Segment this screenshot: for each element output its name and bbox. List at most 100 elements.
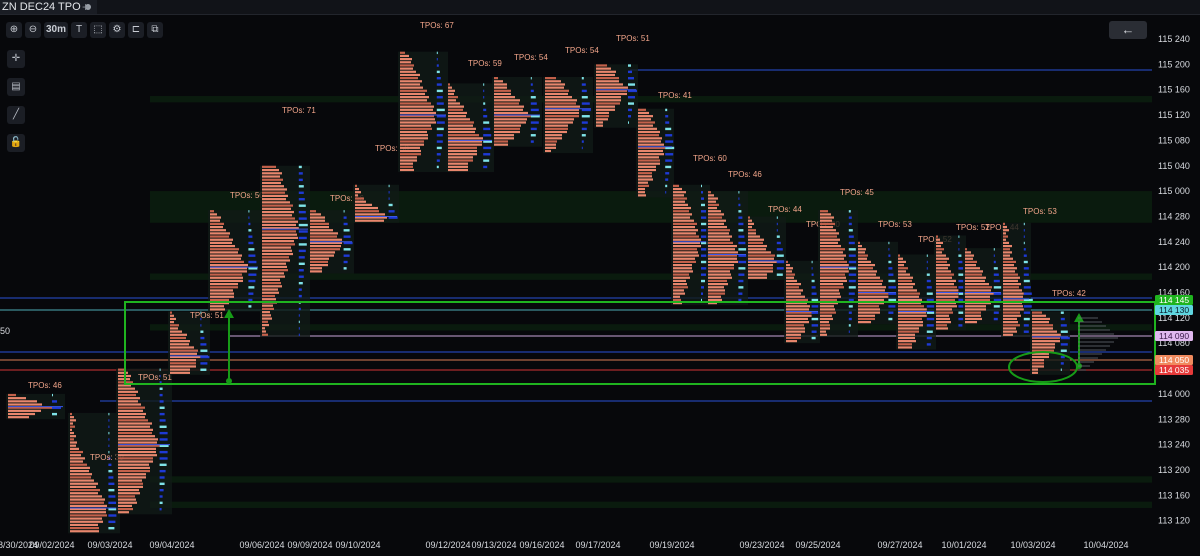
tpo-row	[400, 83, 420, 86]
tpo-row	[448, 83, 450, 86]
tpo-row	[748, 232, 756, 235]
tpo-row	[898, 286, 913, 289]
volume-profile-bar	[298, 307, 301, 311]
tpo-row	[118, 473, 146, 476]
tpo-row	[400, 102, 431, 105]
volume-profile-bar	[343, 267, 347, 270]
volume-profile-bar	[108, 501, 117, 505]
volume-profile-bar	[108, 482, 115, 486]
layout-icon[interactable]: ⧉	[147, 22, 163, 38]
tpo-row	[936, 267, 948, 270]
text-tool-icon[interactable]: T	[71, 22, 87, 38]
tpo-chart[interactable]: TPOs: 46 TPOs: 39 TPOs: 51 TPOs: 51 TPOs: 50…	[0, 0, 1200, 556]
volume-profile-bar	[159, 425, 167, 428]
volume-profile-bar	[530, 140, 534, 143]
tpo-row	[545, 137, 562, 140]
volume-profile-bar	[1023, 248, 1026, 251]
tpo-row	[936, 244, 941, 248]
tpo-row	[1003, 308, 1024, 311]
tpo-row	[262, 233, 297, 236]
tpo-row	[1032, 330, 1057, 333]
timeframe-button[interactable]: 30m	[44, 22, 68, 38]
price-badge-label: 114 090	[1159, 331, 1189, 341]
tpo-count-label: TPOs: 41	[658, 91, 692, 100]
select-box-icon[interactable]: ⬚	[90, 22, 106, 38]
tpo-row	[673, 232, 696, 235]
volume-profile-bar	[436, 58, 438, 61]
date-axis-label: 10/01/2024	[941, 540, 986, 550]
tpo-row	[1032, 333, 1061, 336]
zoom-in-icon[interactable]: ⊕	[6, 22, 22, 38]
volume-profile-bar	[848, 286, 856, 289]
tpo-row	[936, 241, 943, 244]
tpo-row	[118, 368, 124, 371]
tpo-row	[494, 86, 507, 89]
tpo-row	[965, 295, 990, 298]
tpo-row	[210, 222, 224, 225]
tpo-row	[858, 267, 873, 270]
tpo-row	[898, 327, 919, 330]
volume-profile-bar	[738, 286, 744, 289]
volume-profile-bar	[581, 96, 588, 99]
tpo-row	[118, 403, 141, 406]
volume-profile-bar	[848, 311, 852, 314]
volume-profile-bar	[343, 222, 348, 226]
zoom-out-icon[interactable]: ⊖	[25, 22, 41, 38]
volume-profile-bar	[628, 115, 631, 118]
tpo-row	[596, 121, 603, 124]
tpo-row	[310, 213, 321, 216]
tpo-row	[545, 115, 579, 118]
tpo-row	[596, 105, 615, 108]
tpo-count-label: TPOs: 51	[616, 34, 650, 43]
notes-icon[interactable]: ▤	[7, 78, 25, 96]
volume-profile-bar	[665, 178, 669, 181]
tpo-row	[262, 198, 286, 201]
volume-profile-bar	[343, 235, 351, 238]
crosshair-icon[interactable]: ✛	[7, 50, 25, 68]
volume-profile-bar	[159, 476, 165, 479]
indicator-icon[interactable]: ⊏	[128, 22, 144, 38]
tpo-row	[898, 257, 903, 260]
tpo-row	[1003, 327, 1016, 330]
tpo-row	[118, 482, 143, 485]
tpo-row	[1003, 324, 1020, 327]
tpo-row	[786, 276, 794, 279]
volume-profile-bar	[108, 495, 116, 498]
tpo-row	[1003, 282, 1021, 286]
tpo-row	[400, 124, 431, 127]
tpo-row	[70, 444, 76, 447]
tpo-row	[355, 187, 359, 191]
back-button[interactable]: ←	[1109, 21, 1147, 39]
settings-gear-icon[interactable]: ⚙	[109, 22, 125, 38]
tpo-row	[170, 352, 197, 355]
volume-profile-bar	[1060, 349, 1067, 352]
volume-profile-bar	[1023, 286, 1031, 289]
tpo-row	[118, 457, 153, 460]
volume-profile-bar	[628, 70, 632, 74]
tpo-session: TPOs: 41	[636, 91, 692, 198]
volume-profile-bar	[958, 324, 963, 327]
tpo-row	[898, 346, 912, 349]
volume-profile-bar	[848, 298, 854, 302]
lock-icon[interactable]: 🔓	[7, 134, 25, 152]
volume-profile-bar	[738, 203, 741, 207]
tpo-row	[596, 77, 619, 80]
volume-profile-bar	[530, 83, 533, 86]
tpo-row	[820, 216, 834, 219]
tpo-row	[494, 127, 520, 130]
tpo-row	[494, 140, 508, 143]
tpo-row	[118, 409, 143, 412]
volume-profile-bar	[1060, 343, 1068, 346]
tpo-row	[118, 450, 156, 454]
volume-profile-bar	[665, 121, 670, 124]
tpo-row	[262, 278, 280, 281]
volume-profile-bar	[888, 311, 894, 314]
tpo-row	[8, 416, 29, 419]
volume-profile-bar	[159, 406, 165, 409]
volume-profile-bar	[581, 146, 583, 150]
draw-line-icon[interactable]: ╱	[7, 106, 25, 124]
tpo-row	[545, 102, 576, 105]
volume-profile-bar	[298, 320, 300, 324]
tpo-row	[400, 54, 409, 58]
volume-profile-bar	[248, 298, 253, 302]
